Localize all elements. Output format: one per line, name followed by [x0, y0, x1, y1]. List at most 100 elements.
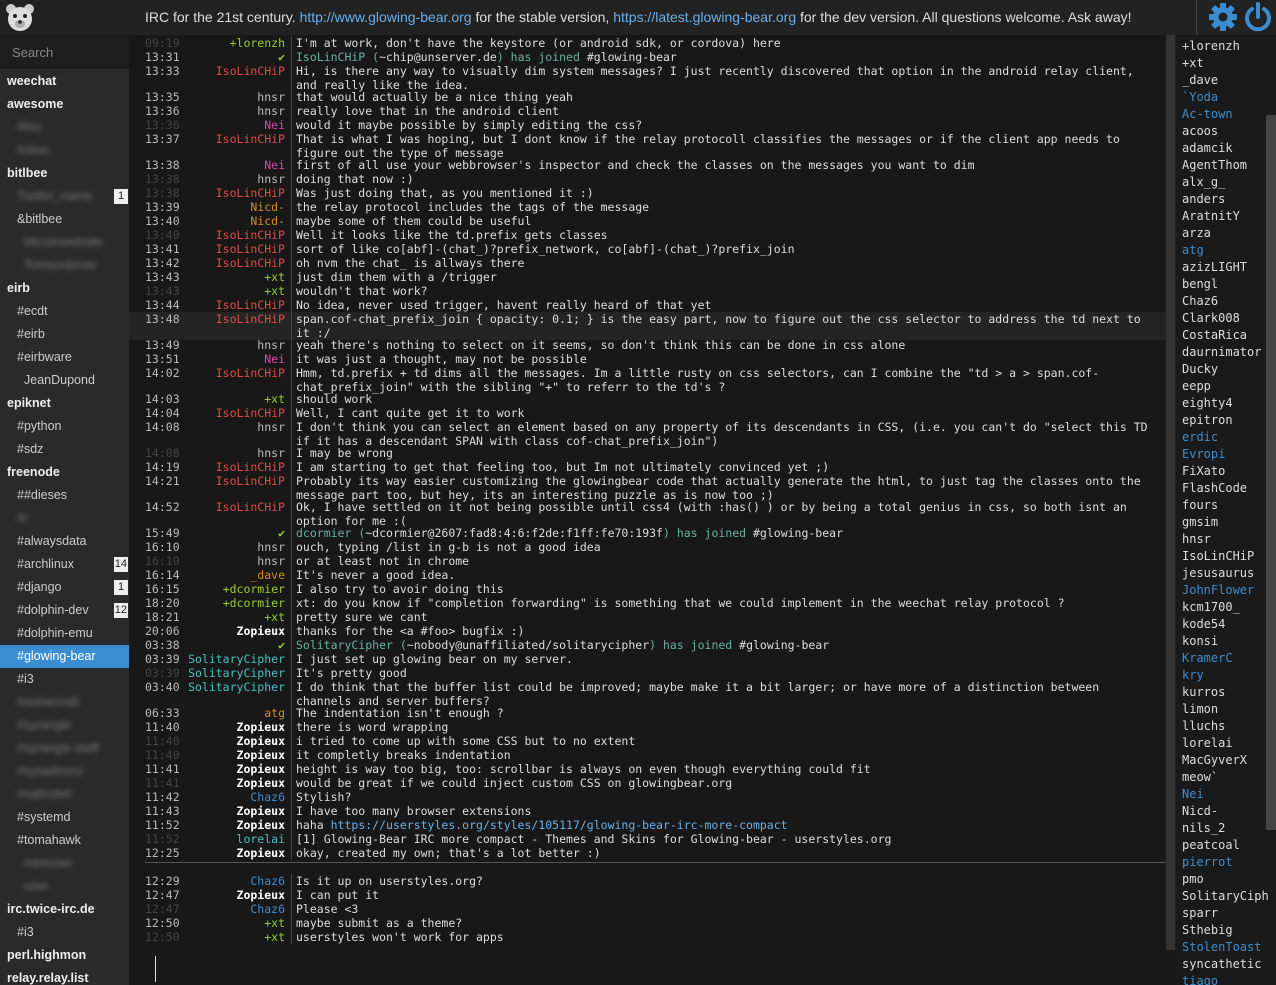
message-nick[interactable]: hnsr	[257, 90, 285, 104]
message-nick[interactable]: IsoLinCHiP	[216, 366, 285, 380]
server-buffer-item[interactable]: irc.twice-irc.de	[0, 898, 129, 921]
channel-buffer-item[interactable]: #synergie	[0, 714, 129, 737]
message-nick[interactable]: +xt	[264, 916, 285, 930]
channel-buffer-item[interactable]: #sysadmins	[0, 760, 129, 783]
nicklist-item[interactable]: pmo	[1182, 871, 1204, 888]
nicklist-item[interactable]: _dave	[1182, 72, 1218, 89]
message-nick[interactable]: IsoLinCHiP	[216, 312, 285, 326]
message-nick[interactable]: Zopieux	[237, 734, 285, 748]
channel-buffer-item[interactable]: Tomsonbroer	[0, 254, 129, 277]
nicklist-item[interactable]: kcm1700_	[1182, 599, 1240, 616]
channel-buffer-item[interactable]: ##dieses	[0, 484, 129, 507]
nicklist-item[interactable]: pierrot	[1182, 854, 1233, 871]
nicklist-item[interactable]: meow`	[1182, 769, 1218, 786]
nicklist-item[interactable]: Sthebig	[1182, 922, 1233, 939]
search-input[interactable]	[0, 35, 129, 69]
message-nick[interactable]: hnsr	[257, 172, 285, 186]
message-nick[interactable]: IsoLinCHiP	[216, 186, 285, 200]
message-nick[interactable]: IsoLinCHiP	[216, 132, 285, 146]
message-nick[interactable]: +xt	[264, 270, 285, 284]
nicklist-item[interactable]: MacGyverX	[1182, 752, 1247, 769]
nicklist-item[interactable]: atg	[1182, 242, 1204, 259]
message-nick[interactable]: IsoLinCHiP	[216, 298, 285, 312]
message-nick[interactable]: SolitaryCipher	[188, 680, 285, 694]
message-nick[interactable]: IsoLinCHiP	[216, 500, 285, 514]
nicklist-item[interactable]: Evropi	[1182, 446, 1225, 463]
nicklist-item[interactable]: bengl	[1182, 276, 1218, 293]
nicklist-item[interactable]: nils_2	[1182, 820, 1225, 837]
channel-buffer-item[interactable]: user	[0, 875, 129, 898]
nicklist-item[interactable]: sparr	[1182, 905, 1218, 922]
message-nick[interactable]: hnsr	[257, 420, 285, 434]
message-nick[interactable]: atg	[264, 706, 285, 720]
channel-buffer-item[interactable]: #eirb	[0, 323, 129, 346]
message-input[interactable]	[155, 956, 1152, 982]
nicklist-item[interactable]: acoos	[1182, 123, 1218, 140]
nicklist-item[interactable]: alx_g_	[1182, 174, 1225, 191]
message-nick[interactable]: IsoLinCHiP	[216, 460, 285, 474]
message-nick[interactable]: Zopieux	[237, 846, 285, 860]
channel-buffer-item[interactable]: bitcoinwebsite	[0, 231, 129, 254]
server-buffer-item[interactable]: freenode	[0, 461, 129, 484]
stable-version-link[interactable]: http://www.glowing-bear.org	[300, 9, 472, 25]
nicklist-item[interactable]: kode54	[1182, 616, 1225, 633]
channel-buffer-item[interactable]: #python	[0, 415, 129, 438]
chat-scrollbar-thumb[interactable]	[1166, 35, 1175, 950]
channel-buffer-item[interactable]: &bitlbee	[0, 208, 129, 231]
message-nick[interactable]: hnsr	[257, 104, 285, 118]
nicklist-item[interactable]: gmsim	[1182, 514, 1218, 531]
channel-buffer-item[interactable]: #i3	[0, 921, 129, 944]
message-nick[interactable]: +xt	[264, 930, 285, 944]
message-nick[interactable]: Nei	[264, 158, 285, 172]
message-nick[interactable]: hnsr	[257, 446, 285, 460]
message-nick[interactable]: Nei	[264, 352, 285, 366]
nicklist-item[interactable]: eepp	[1182, 378, 1211, 395]
message-nick[interactable]: +dcormier	[223, 596, 285, 610]
nicklist-item[interactable]: Nicd-	[1182, 803, 1218, 820]
channel-buffer-item[interactable]: mtmoser	[0, 852, 129, 875]
nicklist-item[interactable]: Chaz6	[1182, 293, 1218, 310]
nicklist-item[interactable]: kry	[1182, 667, 1204, 684]
nicklist-item[interactable]: tiago	[1182, 973, 1218, 985]
message-nick[interactable]: Chaz6	[250, 790, 285, 804]
nicklist-item[interactable]: konsi	[1182, 633, 1218, 650]
nicklist-item[interactable]: arza	[1182, 225, 1211, 242]
message-nick[interactable]: Zopieux	[237, 748, 285, 762]
message-nick[interactable]: IsoLinCHiP	[216, 64, 285, 78]
gear-icon[interactable]	[1208, 2, 1238, 32]
message-nick[interactable]: hnsr	[257, 554, 285, 568]
message-nick[interactable]: Zopieux	[237, 888, 285, 902]
nicklist-item[interactable]: Ac-town	[1182, 106, 1233, 123]
nicklist-item[interactable]: FiXato	[1182, 463, 1225, 480]
nicklist-item[interactable]: JohnFlower	[1182, 582, 1254, 599]
channel-buffer-item[interactable]: #r	[0, 507, 129, 530]
server-buffer-item[interactable]: awesome	[0, 93, 129, 116]
nicklist-item[interactable]: SolitaryCiph	[1182, 888, 1269, 905]
nicklist-item[interactable]: AratnitY	[1182, 208, 1240, 225]
nicklist-item[interactable]: +xt	[1182, 55, 1204, 72]
nicklist-item[interactable]: IsoLinCHiP	[1182, 548, 1254, 565]
nicklist-item[interactable]: limon	[1182, 701, 1218, 718]
nicklist-item[interactable]: Nei	[1182, 786, 1204, 803]
channel-buffer-item[interactable]: #ecdt	[0, 300, 129, 323]
nicklist-item[interactable]: FlashCode	[1182, 480, 1247, 497]
channel-buffer-item[interactable]: #somecraft	[0, 691, 129, 714]
nicklist-item[interactable]: peatcoal	[1182, 837, 1240, 854]
message-nick[interactable]: +dcormier	[223, 582, 285, 596]
message-nick[interactable]: Zopieux	[237, 776, 285, 790]
message-nick[interactable]: IsoLinCHiP	[216, 406, 285, 420]
message-nick[interactable]: +xt	[264, 284, 285, 298]
channel-buffer-item[interactable]: #dolphin-emu	[0, 622, 129, 645]
server-buffer-item[interactable]: weechat	[0, 70, 129, 93]
channel-buffer-item[interactable]: #eirbware	[0, 346, 129, 369]
channel-buffer-item[interactable]: #foo	[0, 116, 129, 139]
channel-buffer-item[interactable]: #tomahawk	[0, 829, 129, 852]
server-buffer-item[interactable]: relay.relay.list	[0, 967, 129, 985]
nicklist-item[interactable]: Clark008	[1182, 310, 1240, 327]
message-nick[interactable]: Chaz6	[250, 874, 285, 888]
nicklist-item[interactable]: epitron	[1182, 412, 1233, 429]
message-nick[interactable]: +xt	[264, 610, 285, 624]
nicklist-item[interactable]: azizLIGHT	[1182, 259, 1247, 276]
message-nick[interactable]: Nicd-	[250, 214, 285, 228]
nicklist-item[interactable]: KramerC	[1182, 650, 1233, 667]
